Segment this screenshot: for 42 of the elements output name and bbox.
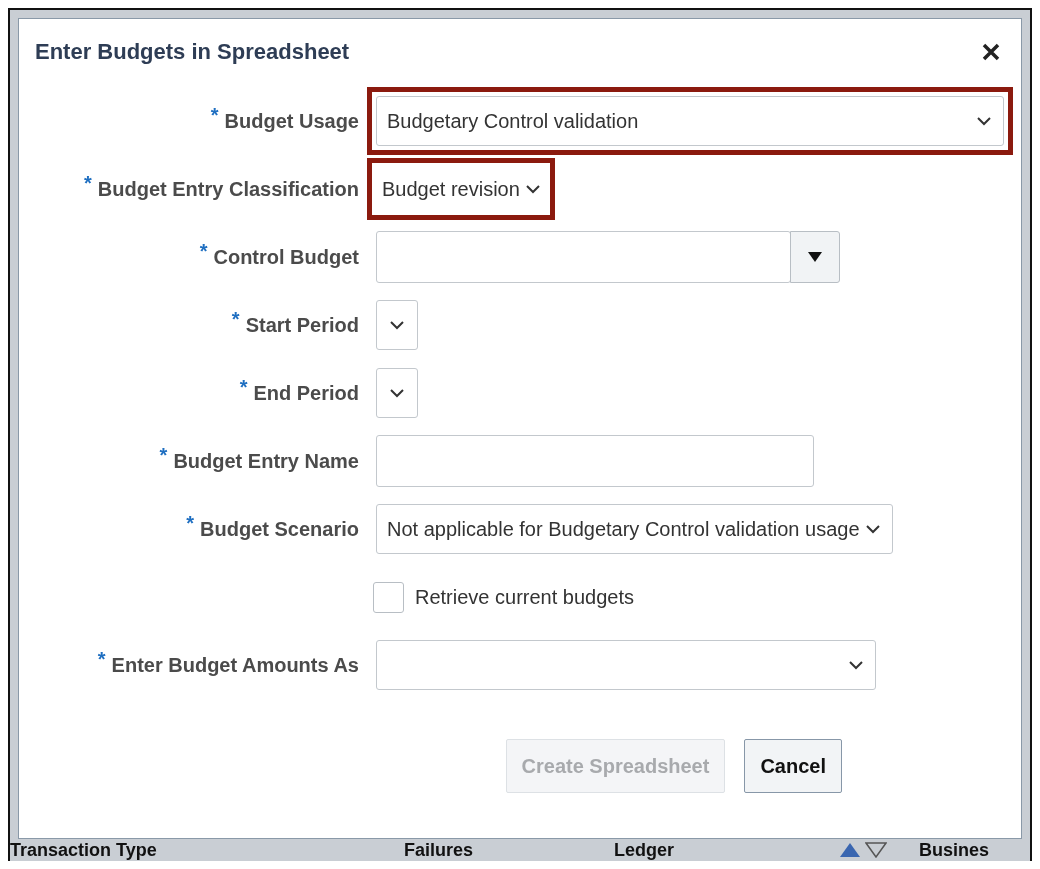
checkbox[interactable] (373, 581, 404, 613)
field-label: Start Period (245, 313, 359, 337)
chevron-down-icon (865, 524, 880, 534)
column-header: Busines (919, 839, 991, 861)
dropdown-field[interactable] (376, 640, 876, 690)
field-label: Budget Entry Name (173, 449, 359, 473)
required-mark: * (199, 239, 208, 263)
field-label: Control Budget (213, 245, 359, 269)
chevron-down-icon (849, 660, 863, 670)
checkbox-label: Retrieve current budgets (415, 585, 634, 609)
field-label: Budget Scenario (200, 517, 359, 541)
required-mark: * (231, 307, 240, 331)
input-field[interactable] (376, 231, 791, 283)
required-mark: * (210, 103, 219, 127)
column-header: Transaction Type (10, 839, 158, 861)
required-mark: * (159, 443, 168, 467)
triangle-down-icon (808, 252, 822, 262)
close-icon (982, 43, 1000, 61)
required-mark: * (186, 511, 195, 535)
field-label: Budget Entry Classification (97, 177, 359, 201)
chevron-down-icon (390, 388, 404, 398)
required-mark: * (97, 647, 106, 671)
dropdown-field[interactable] (376, 368, 418, 418)
dropdown-field[interactable]: Not applicable for Budgetary Control validation usage (376, 504, 893, 554)
required-mark: * (84, 171, 92, 195)
triangle-up-icon[interactable] (839, 842, 861, 859)
triangle-down-icon[interactable] (865, 842, 887, 859)
dropdown-field[interactable] (376, 300, 418, 350)
cancel-button[interactable]: Cancel (744, 739, 842, 793)
column-header: Ledger (614, 839, 675, 861)
chevron-down-icon (525, 184, 540, 194)
field-label: Budget Usage (224, 109, 359, 133)
column-header: Failures (404, 839, 475, 861)
dropdown-field[interactable]: Budgetary Control validation (376, 96, 1004, 146)
chevron-down-icon (977, 116, 991, 126)
field-label: End Period (253, 381, 359, 405)
input-field[interactable] (376, 435, 814, 487)
chevron-down-icon (390, 320, 404, 330)
dropdown-button[interactable] (790, 231, 840, 283)
dialog-title: Enter Budgets in Spreadsheet (35, 39, 350, 65)
field-label: Enter Budget Amounts As (111, 653, 359, 677)
required-mark: * (239, 375, 248, 399)
